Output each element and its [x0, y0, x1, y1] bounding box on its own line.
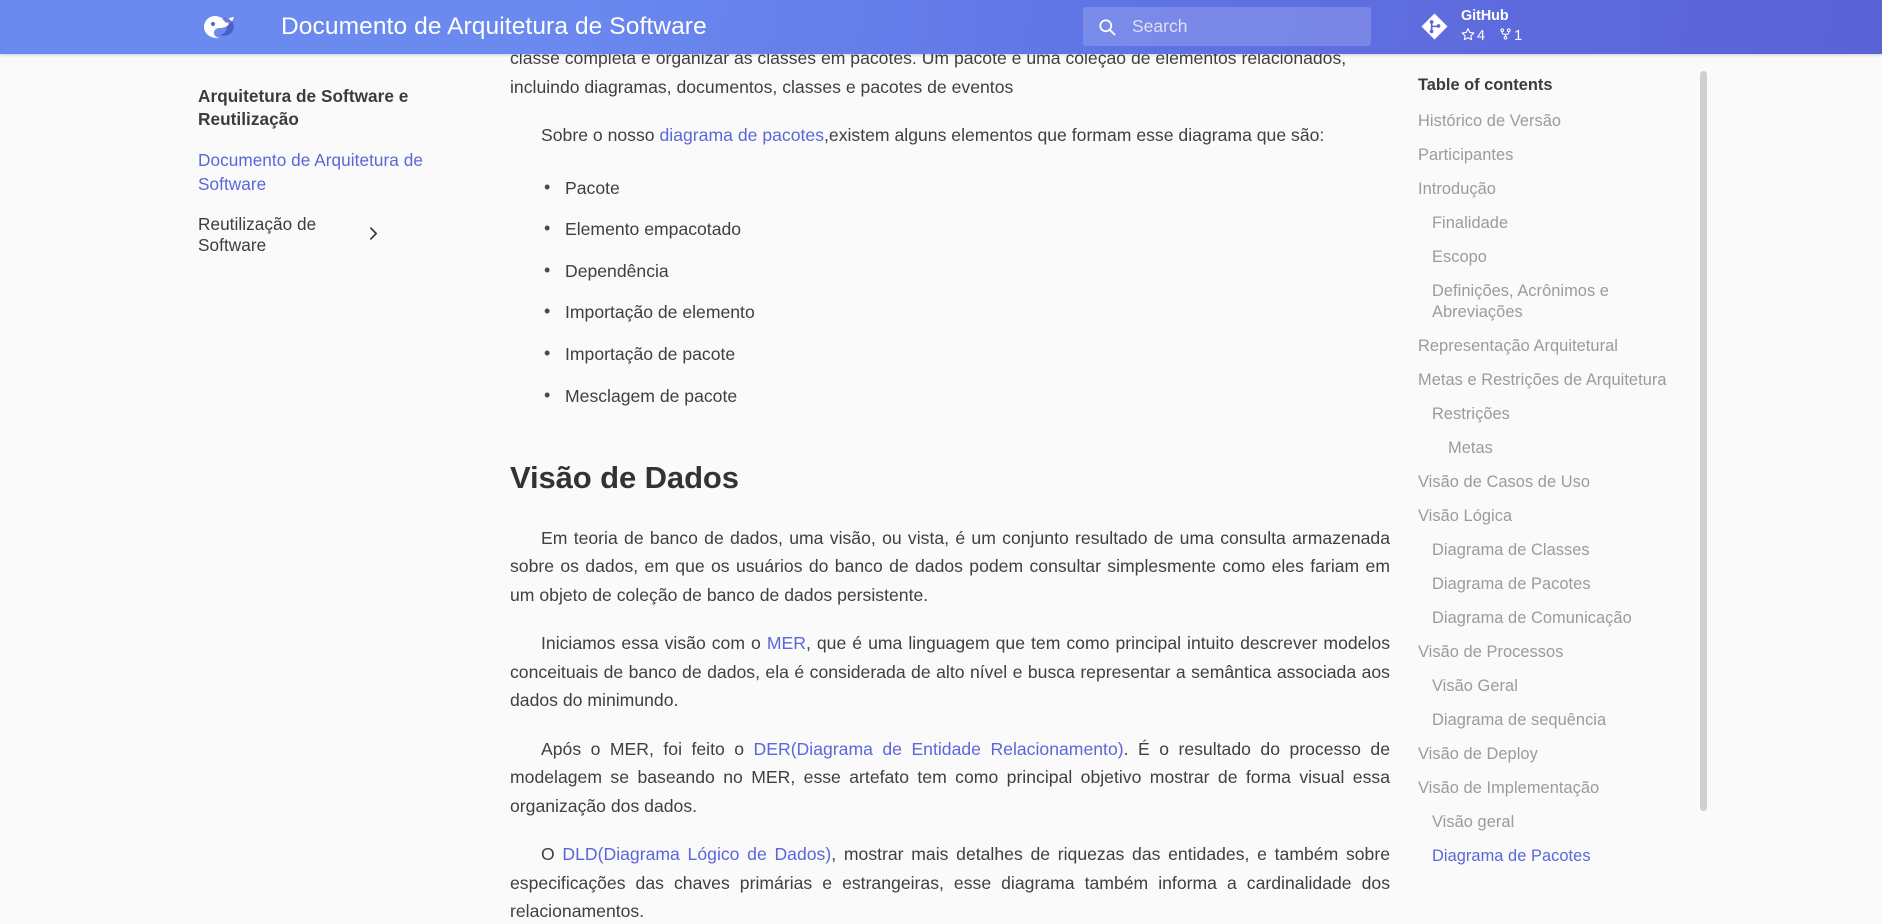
toc-item[interactable]: Definições, Acrônimos e Abreviações: [1418, 281, 1698, 322]
text-before-link: Após o MER, foi feito o: [541, 738, 754, 759]
link-dld[interactable]: DLD(Diagrama Lógico de Dados): [562, 844, 831, 864]
table-of-contents: Table of contents Histórico de Versão Par…: [1418, 54, 1698, 924]
page-title: Documento de Arquitetura de Software: [281, 13, 707, 40]
link-mer[interactable]: MER: [767, 633, 806, 653]
toc-item[interactable]: Visão Lógica: [1418, 506, 1698, 527]
toc-item[interactable]: Visão de Processos: [1418, 642, 1698, 663]
list-item: Importação de elemento: [542, 297, 1390, 326]
toc-item[interactable]: Diagrama de Pacotes: [1418, 846, 1698, 867]
star-icon: [1461, 27, 1475, 46]
text-after-link: ,existem alguns elementos que formam ess…: [824, 125, 1325, 145]
app-header: Documento de Arquitetura de Software Sea…: [0, 0, 1882, 54]
toc-item[interactable]: Histórico de Versão: [1418, 111, 1698, 132]
search-icon: [1097, 17, 1117, 37]
toc-item[interactable]: Introdução: [1418, 179, 1698, 200]
primary-sidebar: Arquitetura de Software e Reutilização D…: [198, 54, 448, 256]
toc-item[interactable]: Visão Geral: [1418, 676, 1698, 697]
toc-item[interactable]: Visão de Implementação: [1418, 778, 1698, 799]
toc-item[interactable]: Metas e Restrições de Arquitetura: [1418, 370, 1698, 391]
list-item: Dependência: [542, 256, 1390, 285]
repo-name: GitHub: [1461, 8, 1509, 24]
text-before-link: O: [541, 844, 563, 865]
toc-item[interactable]: Visão de Deploy: [1418, 744, 1698, 765]
paragraph-der: Após o MER, foi feito o DER(Diagrama de …: [510, 735, 1390, 821]
repository-link[interactable]: GitHub 4 1: [1418, 7, 1522, 46]
star-count: 4: [1477, 27, 1486, 44]
link-diagrama-de-pacotes[interactable]: diagrama de pacotes: [660, 125, 825, 145]
toc-item[interactable]: Diagrama de Pacotes: [1418, 574, 1698, 595]
text-before-link: Sobre o nosso: [541, 125, 660, 145]
link-der[interactable]: DER(Diagrama de Entidade Relacionamento): [754, 739, 1124, 759]
package-elements-list: Pacote Elemento empacotado Dependência I…: [542, 172, 1390, 410]
list-item: Pacote: [542, 172, 1390, 202]
toc-item[interactable]: Visão geral: [1418, 812, 1698, 833]
sidebar-item-label: Reutilização de Software: [198, 213, 317, 255]
page-scrollbar[interactable]: [1700, 54, 1707, 924]
sidebar-item-documento-de-arquitetura-de-software[interactable]: Documento de Arquitetura de Software: [198, 149, 448, 195]
paragraph-dld: O DLD(Diagrama Lógico de Dados), mostrar…: [510, 840, 1390, 924]
toc-list: Histórico de Versão Participantes Introduç…: [1418, 111, 1698, 866]
sidebar-item-reutilizacao-de-software[interactable]: Reutilização de Software: [198, 214, 448, 256]
repo-stars: 4: [1461, 27, 1485, 46]
toc-item[interactable]: Diagrama de Classes: [1418, 540, 1698, 561]
chevron-right-icon: [369, 226, 378, 244]
search-input[interactable]: Search: [1083, 7, 1371, 46]
list-item: Mesclagem de pacote: [542, 381, 1390, 410]
section-heading-visao-de-dados: Visão de Dados: [510, 459, 739, 495]
toc-item[interactable]: Metas: [1418, 438, 1698, 459]
fork-icon: [1499, 27, 1512, 46]
list-item: Elemento empacotado: [542, 214, 1390, 243]
list-item: Importação de pacote: [542, 339, 1390, 368]
toc-item[interactable]: Participantes: [1418, 145, 1698, 166]
sidebar-section-title: Arquitetura de Software e Reutilização: [198, 86, 409, 130]
repo-forks: 1: [1499, 27, 1522, 46]
text-before-link: Iniciamos essa visão com o: [541, 633, 767, 654]
toc-item[interactable]: Diagrama de Comunicação: [1418, 608, 1698, 629]
toc-item[interactable]: Representação Arquitetural: [1418, 336, 1698, 357]
toc-item[interactable]: Finalidade: [1418, 213, 1698, 234]
fork-count: 1: [1514, 27, 1523, 44]
git-diamond-icon: [1418, 10, 1451, 43]
search-placeholder: Search: [1132, 16, 1188, 36]
paragraph-continuation: incluindo diagramas, documentos, classes…: [510, 76, 1014, 97]
yin-yang-logo-icon[interactable]: [198, 11, 244, 43]
paragraph-pacotes: Sobre o nosso diagrama de pacotes,existe…: [510, 121, 1390, 150]
document-content: classe completa e organizar as classes e…: [510, 0, 1390, 924]
paragraph-mer: Iniciamos essa visão com o MER, que é um…: [510, 629, 1390, 715]
toc-item[interactable]: Escopo: [1418, 247, 1698, 268]
paragraph-teoria-banco-dados: Em teoria de banco de dados, uma visão, …: [510, 527, 1390, 605]
toc-title: Table of contents: [1418, 76, 1553, 94]
toc-item[interactable]: Restrições: [1418, 404, 1698, 425]
scrollbar-thumb[interactable]: [1700, 71, 1707, 811]
toc-item[interactable]: Diagrama de sequência: [1418, 710, 1698, 731]
toc-item[interactable]: Visão de Casos de Uso: [1418, 472, 1698, 493]
